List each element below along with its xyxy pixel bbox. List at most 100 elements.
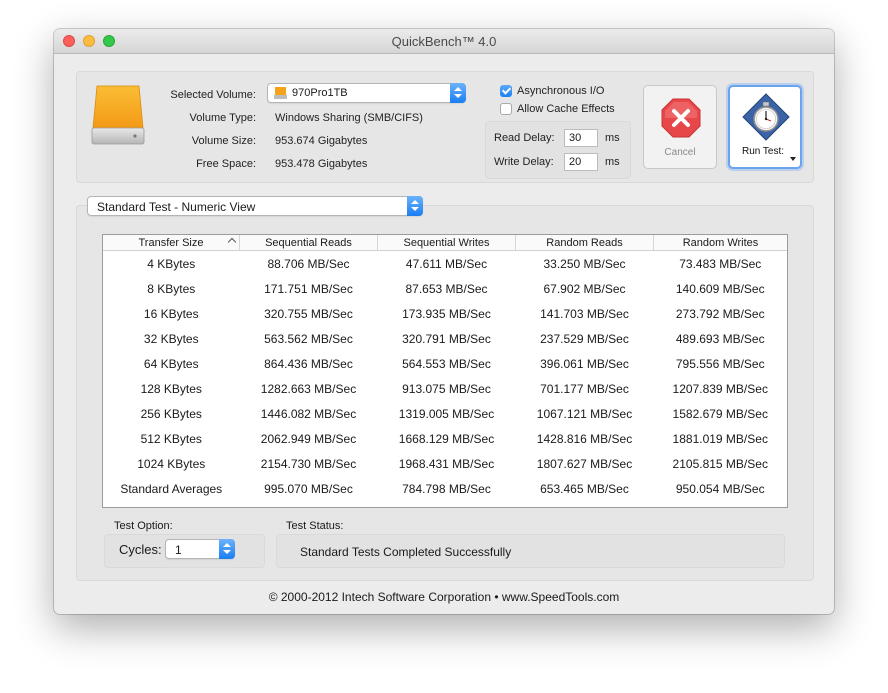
volume-type-label: Volume Type: [189,112,256,124]
volume-select[interactable]: 970Pro1TB [267,83,466,103]
cycles-select[interactable]: 1 [165,539,235,559]
cell-seq-write: 1968.431 MB/Sec [398,456,495,471]
run-test-button[interactable]: Run Test: [728,85,802,169]
cell-transfer-size: 256 KBytes [140,406,202,421]
cell-rand-read: 1807.627 MB/Sec [536,456,633,471]
view-mode-select[interactable]: Standard Test - Numeric View [87,196,423,216]
table-row-averages[interactable]: Standard Averages 995.070 MB/Sec 784.798 M… [103,476,787,501]
test-status-label: Test Status: [286,520,344,532]
table-row[interactable]: 16 KBytes 320.755 MB/Sec 173.935 MB/Sec 141… [103,301,787,326]
cell-rand-read: 33.250 MB/Sec [543,256,626,271]
table-row[interactable]: 512 KBytes 2062.949 MB/Sec 1668.129 MB/Sec… [103,426,787,451]
write-delay-unit: ms [605,156,620,168]
cell-seq-read: 995.070 MB/Sec [264,481,353,496]
volume-select-value: 970Pro1TB [292,87,348,99]
table-header-row: Transfer Size Sequential Reads Sequentia… [103,235,787,251]
cell-seq-read: 171.751 MB/Sec [264,281,353,296]
cell-transfer-size: 64 KBytes [143,356,199,371]
table-row[interactable]: 4 KBytes 88.706 MB/Sec 47.611 MB/Sec 33.250… [103,251,787,277]
cancel-button-label: Cancel [664,147,696,158]
cell-rand-write: 1207.839 MB/Sec [672,381,768,396]
async-io-label: Asynchronous I/O [517,85,605,97]
cell-seq-write: 47.611 MB/Sec [405,256,488,271]
column-header-transfer-size[interactable]: Transfer Size [103,235,240,251]
column-header-random-reads[interactable]: Random Reads [515,235,654,251]
cell-seq-write: 87.653 MB/Sec [405,281,488,296]
read-delay-input[interactable]: 30 [564,129,598,147]
table-row[interactable]: 32 KBytes 563.562 MB/Sec 320.791 MB/Sec 237… [103,326,787,351]
test-option-label: Test Option: [114,520,173,532]
cell-seq-read: 2062.949 MB/Sec [260,431,357,446]
cell-transfer-size: 4 KBytes [147,256,196,271]
cell-rand-write: 795.556 MB/Sec [675,356,765,371]
cell-rand-read: 701.177 MB/Sec [540,381,629,396]
stop-octagon-icon [661,98,701,138]
drive-small-icon [274,87,287,99]
cell-transfer-size: 32 KBytes [143,331,199,346]
cell-seq-write: 173.935 MB/Sec [402,306,491,321]
table-row[interactable]: 128 KBytes 1282.663 MB/Sec 913.075 MB/Sec 7… [103,376,787,401]
cell-seq-read: 1446.082 MB/Sec [260,406,357,421]
cell-rand-read: 141.703 MB/Sec [540,306,629,321]
volume-size-label: Volume Size: [191,135,256,147]
cycles-select-value: 1 [175,543,182,557]
hard-drive-icon [91,85,145,145]
cell-rand-read: 396.061 MB/Sec [540,356,629,371]
cell-rand-read: 653.465 MB/Sec [540,481,629,496]
cell-seq-write: 320.791 MB/Sec [402,331,491,346]
window-title: QuickBench™ 4.0 [391,34,497,49]
cell-rand-write: 73.483 MB/Sec [679,256,762,271]
free-space-value: 953.478 Gigabytes [275,158,368,170]
stopwatch-icon [742,93,790,141]
volume-type-value: Windows Sharing (SMB/CIFS) [275,112,423,124]
cell-transfer-size: 128 KBytes [140,381,202,396]
cell-rand-write: 1582.679 MB/Sec [672,406,768,421]
table-row[interactable]: 1024 KBytes 2154.730 MB/Sec 1968.431 MB/Se… [103,451,787,476]
dropdown-arrow-icon [790,157,796,161]
cell-seq-write: 913.075 MB/Sec [402,381,491,396]
sort-ascending-icon [227,237,237,247]
title-bar[interactable]: QuickBench™ 4.0 [54,29,834,54]
cell-seq-read: 320.755 MB/Sec [264,306,353,321]
selected-volume-label: Selected Volume: [170,89,256,101]
cell-seq-write: 1319.005 MB/Sec [398,406,495,421]
cell-transfer-size: Standard Averages [120,481,223,496]
test-status-message: Standard Tests Completed Successfully [300,545,512,559]
cell-rand-write: 140.609 MB/Sec [675,281,765,296]
chevron-updown-icon [407,196,423,216]
cycles-label: Cycles: [119,542,162,557]
cell-transfer-size: 512 KBytes [140,431,202,446]
async-io-checkbox[interactable] [500,85,512,97]
free-space-label: Free Space: [196,158,256,170]
cell-rand-write: 273.792 MB/Sec [675,306,765,321]
column-header-label: Transfer Size [138,236,204,249]
view-mode-select-value: Standard Test - Numeric View [97,200,256,214]
app-window: QuickBench™ 4.0 Selected Volume: 970Pro1… [54,29,834,614]
delay-panel [485,121,631,179]
cell-seq-write: 784.798 MB/Sec [402,481,491,496]
read-delay-unit: ms [605,132,620,144]
cache-effects-label: Allow Cache Effects [517,103,615,115]
column-header-sequential-reads[interactable]: Sequential Reads [239,235,378,251]
cell-rand-write: 1881.019 MB/Sec [672,431,768,446]
write-delay-input[interactable]: 20 [564,153,598,171]
volume-size-value: 953.674 Gigabytes [275,135,368,147]
cell-seq-read: 2154.730 MB/Sec [260,456,357,471]
column-header-sequential-writes[interactable]: Sequential Writes [377,235,516,251]
footer-copyright: © 2000-2012 Intech Software Corporation … [268,590,620,604]
table-row[interactable]: 256 KBytes 1446.082 MB/Sec 1319.005 MB/Sec… [103,401,787,426]
cell-seq-write: 564.553 MB/Sec [402,356,491,371]
cell-seq-read: 88.706 MB/Sec [267,256,350,271]
cancel-button[interactable]: Cancel [643,85,717,169]
table-row[interactable]: 64 KBytes 864.436 MB/Sec 564.553 MB/Sec 396… [103,351,787,376]
read-delay-label: Read Delay: [494,132,555,144]
cache-effects-checkbox[interactable] [500,103,512,115]
cell-transfer-size: 8 KBytes [147,281,196,296]
cell-rand-read: 1428.816 MB/Sec [536,431,633,446]
table-row[interactable]: 8 KBytes 171.751 MB/Sec 87.653 MB/Sec 67.90… [103,276,787,301]
column-header-random-writes[interactable]: Random Writes [653,235,787,251]
cell-seq-read: 864.436 MB/Sec [264,356,353,371]
cell-rand-write: 489.693 MB/Sec [675,331,765,346]
cell-seq-read: 1282.663 MB/Sec [260,381,357,396]
cell-rand-read: 1067.121 MB/Sec [536,406,633,421]
